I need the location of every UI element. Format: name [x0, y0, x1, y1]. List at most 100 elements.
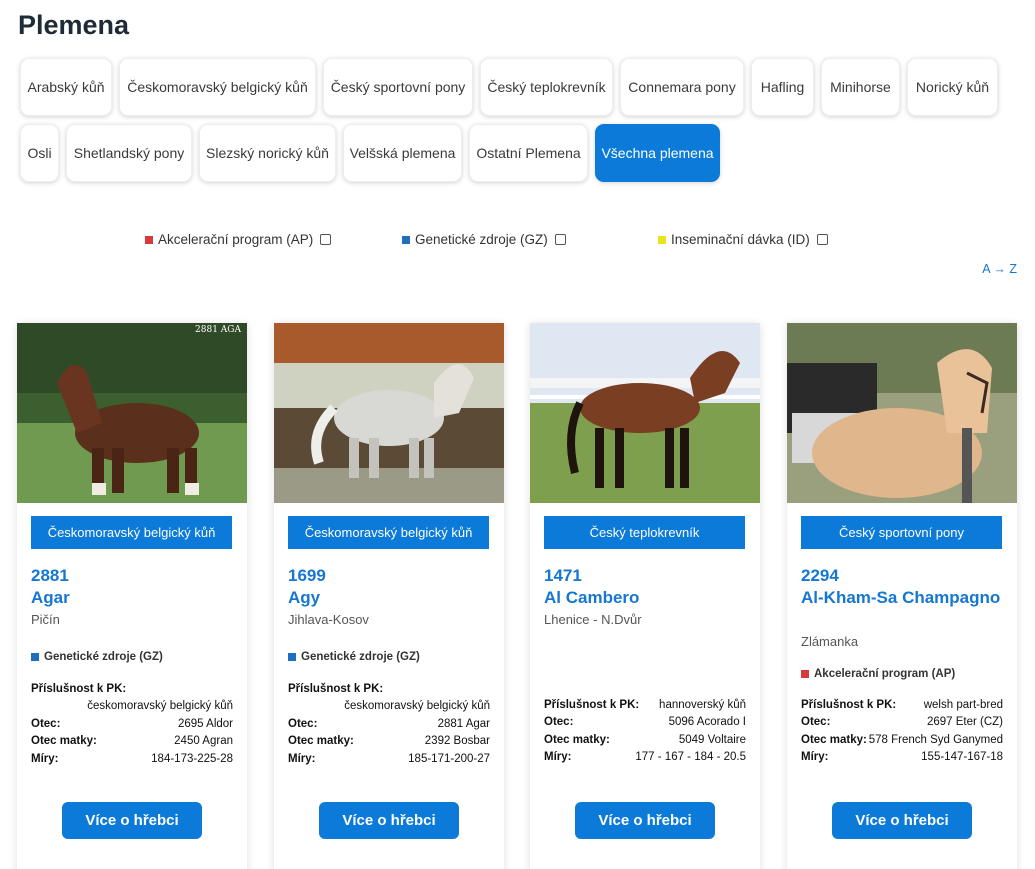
tag-color-square	[31, 653, 39, 661]
pk-value: českomoravský belgický kůň	[344, 699, 490, 712]
pk-value: welsh part-bred	[923, 698, 1003, 711]
otec-matky-value: 5049 Voltaire	[678, 733, 746, 746]
tag-color-square	[288, 653, 296, 661]
stallion-photo[interactable]	[274, 323, 504, 503]
pk-label: Příslušnost k PK:	[288, 682, 384, 695]
otec-label: Otec:	[31, 717, 61, 730]
miry-label: Míry:	[31, 752, 59, 765]
stallion-place: Zlámanka	[801, 634, 859, 649]
filter-id-checkbox[interactable]	[816, 234, 828, 245]
otec-value: 2697 Eter (CZ)	[926, 716, 1003, 729]
stallion-info: Příslušnost k PK: hannoverský kůň Otec: 50…	[544, 696, 746, 766]
stallion-name: Agar	[31, 588, 70, 607]
miry-label: Míry:	[288, 752, 316, 765]
pk-label: Příslušnost k PK:	[544, 698, 640, 711]
otec-label: Otec:	[544, 716, 574, 729]
stallion-card: Český sportovní pony 2294 Al-Kham-Sa Cha…	[787, 323, 1017, 869]
breed-button-cesky-sportovni-pony[interactable]: Český sportovní pony	[323, 58, 473, 116]
stallion-info: Příslušnost k PK: českomoravský belgický…	[288, 680, 490, 768]
stallion-number: 1471	[544, 566, 582, 585]
otec-matky-value: 2392 Bosbar	[424, 735, 490, 748]
miry-label: Míry:	[544, 751, 572, 764]
stallion-name: Al Cambero	[544, 588, 640, 607]
filter-ap[interactable]: Akcelerační program (AP)	[145, 232, 332, 247]
tag-label: Genetické zdroje (GZ)	[301, 651, 420, 663]
stallion-number: 2294	[801, 566, 839, 585]
program-tag: Genetické zdroje (GZ)	[31, 651, 163, 663]
breed-row-1: Arabský kůň Českomoravský belgický kůň Č…	[20, 58, 1030, 116]
filter-id[interactable]: Inseminační dávka (ID)	[658, 232, 828, 247]
otec-value: 2695 Aldor	[178, 717, 233, 730]
stallion-photo[interactable]	[530, 323, 760, 503]
sort-az-link[interactable]: A → Z	[982, 262, 1017, 276]
otec-matky-label: Otec matky:	[288, 735, 354, 748]
miry-label: Míry:	[801, 751, 829, 764]
breed-button-hafling[interactable]: Hafling	[751, 58, 814, 116]
breed-button-ostatni-plemena[interactable]: Ostatní Plemena	[469, 124, 588, 182]
miry-value: 177 - 167 - 184 - 20.5	[635, 751, 746, 764]
breed-button-velsska-plemena[interactable]: Velšská plemena	[343, 124, 462, 182]
horse-photo-image	[274, 323, 504, 503]
stallion-photo[interactable]: 2881 AGA	[17, 323, 247, 503]
breed-filter-list: Arabský kůň Českomoravský belgický kůň Č…	[20, 58, 1030, 190]
stallion-number: 1699	[288, 566, 326, 585]
breed-button-connemara-pony[interactable]: Connemara pony	[620, 58, 744, 116]
stallion-card: 2881 AGA Českomoravský belgický kůň 2881…	[17, 323, 247, 869]
otec-matky-label: Otec matky:	[544, 733, 610, 746]
miry-value: 184-173-225-28	[151, 752, 233, 765]
breed-button-noricky[interactable]: Norický kůň	[907, 58, 998, 116]
breed-row-2: Osli Shetlandský pony Slezský norický ků…	[20, 124, 1030, 182]
more-about-stallion-button[interactable]: Více o hřebci	[62, 802, 202, 839]
breed-badge[interactable]: Český sportovní pony	[801, 516, 1002, 549]
otec-value: 2881 Agar	[437, 717, 490, 730]
stallion-photo[interactable]	[787, 323, 1017, 503]
more-about-stallion-button[interactable]: Více o hřebci	[575, 802, 715, 839]
horse-photo-image	[530, 323, 760, 503]
breed-button-arabsky[interactable]: Arabský kůň	[20, 58, 112, 116]
filter-gz-checkbox[interactable]	[554, 234, 566, 245]
stallion-info: Příslušnost k PK: českomoravský belgický…	[31, 680, 233, 768]
breed-button-osli[interactable]: Osli	[20, 124, 59, 182]
tag-color-square	[801, 670, 809, 678]
pk-value: hannoverský kůň	[659, 698, 746, 711]
otec-label: Otec:	[801, 716, 831, 729]
filter-ap-checkbox[interactable]	[320, 234, 332, 245]
otec-matky-value: 2450 Agran	[174, 735, 233, 748]
otec-value: 5096 Acorado I	[668, 716, 746, 729]
pk-label: Příslušnost k PK:	[801, 698, 897, 711]
ap-color-square	[145, 235, 153, 244]
stallion-card: Českomoravský belgický kůň 1699 Agy Jihl…	[274, 323, 504, 869]
category-filters: Akcelerační program (AP) Genetické zdroj…	[0, 232, 1035, 250]
gz-color-square	[402, 235, 410, 244]
id-color-square	[658, 235, 666, 244]
stallion-card: Český teplokrevník 1471 Al Cambero Lheni…	[530, 323, 760, 869]
more-about-stallion-button[interactable]: Více o hřebci	[832, 802, 972, 839]
pk-label: Příslušnost k PK:	[31, 682, 127, 695]
stallion-number: 2881	[31, 566, 69, 585]
tag-label: Genetické zdroje (GZ)	[44, 651, 163, 663]
page-title: Plemena	[18, 10, 130, 40]
otec-matky-label: Otec matky:	[31, 735, 97, 748]
breed-button-shetlandsky-pony[interactable]: Shetlandský pony	[66, 124, 192, 182]
breed-button-ceskomoravsky-belgicky[interactable]: Českomoravský belgický kůň	[119, 58, 316, 116]
stallion-name: Agy	[288, 588, 321, 607]
stallion-info: Příslušnost k PK: welsh part-bred Otec: 26…	[801, 696, 1003, 766]
breed-button-minihorse[interactable]: Minihorse	[821, 58, 900, 116]
breed-button-slezsky-noricky[interactable]: Slezský norický kůň	[199, 124, 336, 182]
horse-photo-image	[17, 323, 247, 503]
breed-badge[interactable]: Českomoravský belgický kůň	[288, 516, 489, 549]
stallion-place: Jihlava-Kosov	[288, 612, 369, 627]
breed-badge[interactable]: Českomoravský belgický kůň	[31, 516, 232, 549]
miry-value: 185-171-200-27	[408, 752, 490, 765]
miry-value: 155-147-167-18	[921, 751, 1003, 764]
stallion-name: Al-Kham-Sa Champagno	[801, 588, 1001, 607]
breed-button-cesky-teplokrevnik[interactable]: Český teplokrevník	[480, 58, 613, 116]
stallion-place: Lhenice - N.Dvůr	[544, 612, 642, 627]
breed-badge[interactable]: Český teplokrevník	[544, 516, 745, 549]
breed-button-vsechna-plemena[interactable]: Všechna plemena	[595, 124, 720, 182]
otec-matky-label: Otec matky:	[801, 733, 867, 746]
filter-gz[interactable]: Genetické zdroje (GZ)	[402, 232, 566, 247]
program-tag: Genetické zdroje (GZ)	[288, 651, 420, 663]
more-about-stallion-button[interactable]: Více o hřebci	[319, 802, 459, 839]
stallion-place: Pičín	[31, 612, 60, 627]
